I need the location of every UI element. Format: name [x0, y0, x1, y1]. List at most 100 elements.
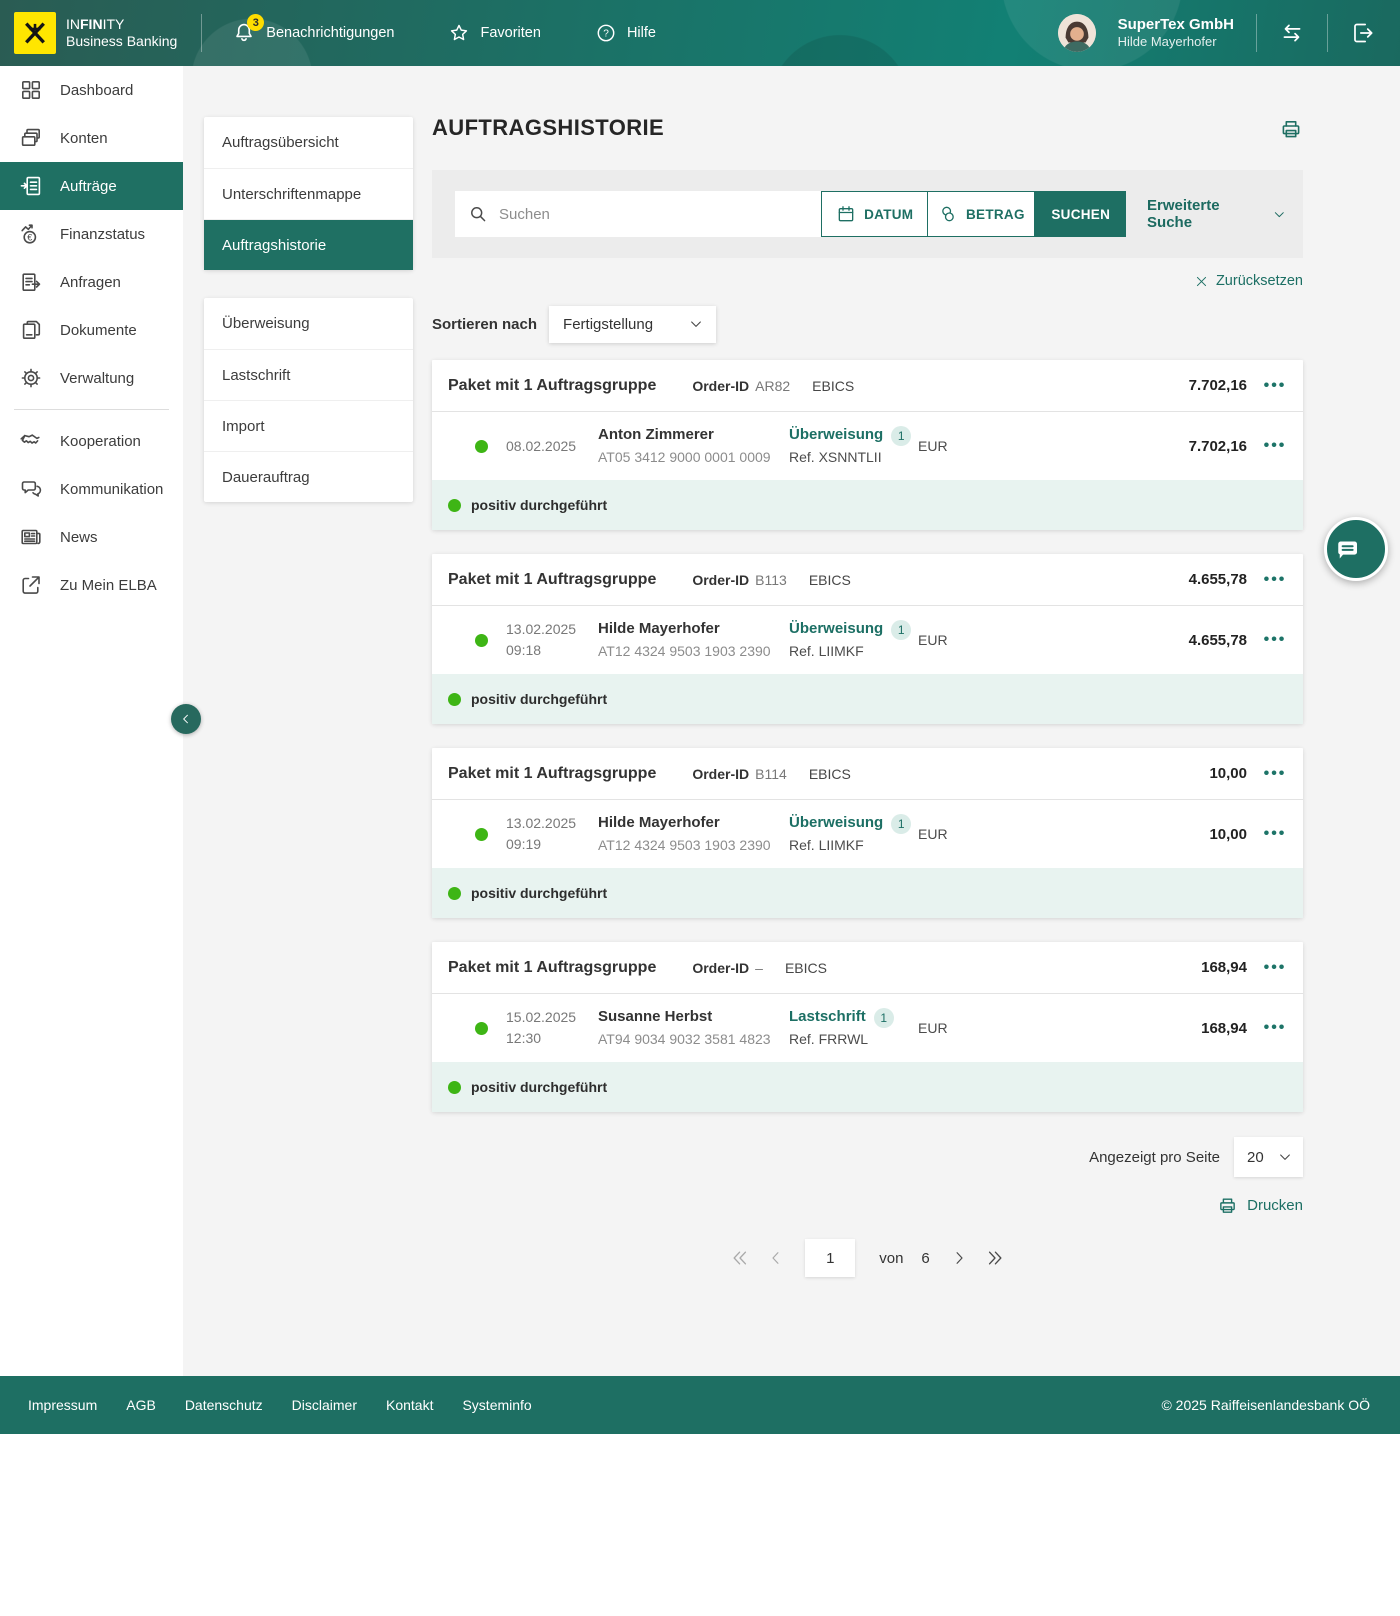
transaction-type-link[interactable]: Überweisung [789, 618, 883, 641]
prev-page-button[interactable] [763, 1245, 789, 1271]
drucken-link[interactable]: Drucken [432, 1195, 1303, 1216]
submenu-item-auftragshistorie[interactable]: Auftragshistorie [204, 219, 413, 270]
printer-icon [1217, 1195, 1238, 1216]
order-id-value: AR82 [755, 378, 790, 394]
betrag-filter-button[interactable]: BETRAG [928, 191, 1035, 237]
sidebar-item-anfragen[interactable]: Anfragen [0, 258, 183, 306]
footer-link-disclaimer[interactable]: Disclaimer [292, 1397, 357, 1413]
submenu-item-import[interactable]: Import [204, 400, 413, 451]
transaction-row[interactable]: 15.02.2025 12:30 Susanne Herbst AT94 903… [432, 994, 1303, 1062]
finance-status-icon: € [19, 222, 43, 246]
favorites-button[interactable]: Favoriten [448, 22, 540, 44]
sidebar-collapse-button[interactable] [171, 704, 201, 734]
sidebar-item-auftraege[interactable]: Aufträge [0, 162, 183, 210]
order-card-header[interactable]: Paket mit 1 Auftragsgruppe Order-ID B114… [432, 748, 1303, 800]
transaction-actions-menu[interactable]: ••• [1247, 437, 1303, 455]
submenu-item-lastschrift[interactable]: Lastschrift [204, 349, 413, 400]
footer-link-agb[interactable]: AGB [126, 1397, 156, 1413]
user-info[interactable]: SuperTex GmbH Hilde Mayerhofer [1118, 15, 1234, 51]
brand-name: INFINITY Business Banking [66, 16, 177, 51]
next-page-button[interactable] [946, 1245, 972, 1271]
order-channel: EBICS [785, 960, 827, 976]
transaction-actions-menu[interactable]: ••• [1247, 1019, 1303, 1037]
transaction-row[interactable]: 13.02.2025 09:18 Hilde Mayerhofer AT12 4… [432, 606, 1303, 674]
raiffeisen-logo[interactable] [14, 12, 56, 54]
notifications-button[interactable]: 3 Benachrichtigungen [232, 21, 394, 45]
transaction-row[interactable]: 08.02.2025 Anton Zimmerer AT05 3412 9000… [432, 412, 1303, 480]
erweiterte-suche-link[interactable]: Erweiterte Suche [1147, 197, 1287, 231]
sidebar-item-konten[interactable]: Konten [0, 114, 183, 162]
order-id-label: Order-ID [692, 378, 749, 394]
order-card-header[interactable]: Paket mit 1 Auftragsgruppe Order-ID – EB… [432, 942, 1303, 994]
main-content: AUFTRAGSHISTORIE DATUM BETRAG SUCHEN Erw… [432, 109, 1303, 1278]
transaction-type-link[interactable]: Überweisung [789, 812, 883, 835]
last-page-button[interactable] [982, 1245, 1008, 1271]
printer-icon[interactable] [1279, 115, 1303, 141]
order-channel: EBICS [809, 766, 851, 782]
footer-link-datenschutz[interactable]: Datenschutz [185, 1397, 263, 1413]
order-card-header[interactable]: Paket mit 1 Auftragsgruppe Order-ID AR82… [432, 360, 1303, 412]
external-link-icon [19, 573, 43, 597]
transaction-type-link[interactable]: Lastschrift [789, 1006, 866, 1029]
search-input[interactable] [455, 191, 821, 237]
transaction-iban: AT12 4324 9503 1903 2390 [598, 835, 789, 856]
per-page-label: Angezeigt pro Seite [1089, 1149, 1220, 1166]
gear-icon [19, 366, 43, 390]
submenu-item-dauerauftrag[interactable]: Dauerauftrag [204, 451, 413, 502]
pagination-total: 6 [921, 1250, 929, 1267]
dashboard-grid-icon [19, 78, 43, 102]
chat-button[interactable] [1324, 517, 1388, 581]
footer-link-kontakt[interactable]: Kontakt [386, 1397, 433, 1413]
order-actions-menu[interactable]: ••• [1247, 377, 1303, 395]
switch-user-icon[interactable] [1279, 20, 1305, 46]
chevron-down-icon [1277, 1149, 1293, 1165]
submenu-item-unterschriftenmappe[interactable]: Unterschriftenmappe [204, 168, 413, 219]
order-list: Paket mit 1 Auftragsgruppe Order-ID AR82… [432, 360, 1303, 1112]
order-actions-menu[interactable]: ••• [1247, 959, 1303, 977]
sidebar-item-kommunikation[interactable]: Kommunikation [0, 465, 183, 513]
order-total-amount: 168,94 [1201, 959, 1247, 976]
order-card-header[interactable]: Paket mit 1 Auftragsgruppe Order-ID B113… [432, 554, 1303, 606]
order-id-value: – [755, 960, 763, 976]
sidebar-item-news[interactable]: News [0, 513, 183, 561]
order-actions-menu[interactable]: ••• [1247, 571, 1303, 589]
transaction-amount: 4.655,78 [1189, 632, 1247, 649]
current-page-input[interactable]: 1 [805, 1239, 855, 1277]
help-button[interactable]: ? Hilfe [595, 22, 656, 44]
datum-filter-button[interactable]: DATUM [821, 191, 928, 237]
sidebar-item-verwaltung[interactable]: Verwaltung [0, 354, 183, 402]
sidebar-item-dashboard[interactable]: Dashboard [0, 66, 183, 114]
sort-select[interactable]: Fertigstellung [549, 306, 716, 343]
footer-link-systeminfo[interactable]: Systeminfo [462, 1397, 531, 1413]
avatar[interactable] [1058, 14, 1096, 52]
sidebar-item-dokumente[interactable]: Dokumente [0, 306, 183, 354]
order-status-text: positiv durchgeführt [471, 885, 607, 901]
transaction-actions-menu[interactable]: ••• [1247, 631, 1303, 649]
status-dot-icon [475, 634, 488, 647]
first-page-button[interactable] [727, 1245, 753, 1271]
svg-text:?: ? [603, 29, 609, 40]
suchen-button[interactable]: SUCHEN [1035, 191, 1126, 237]
transaction-currency: EUR [918, 438, 948, 454]
transaction-reference: Ref. FRRWL [789, 1029, 918, 1050]
orders-document-icon [19, 174, 43, 198]
sidebar-item-finanzstatus[interactable]: € Finanzstatus [0, 210, 183, 258]
order-total-amount: 4.655,78 [1189, 571, 1247, 588]
logout-icon[interactable] [1350, 20, 1376, 46]
submenu-item-auftragsuebersicht[interactable]: Auftragsübersicht [204, 117, 413, 168]
order-status-bar: positiv durchgeführt [432, 674, 1303, 724]
sidebar-item-kooperation[interactable]: Kooperation [0, 417, 183, 465]
order-status-bar: positiv durchgeführt [432, 868, 1303, 918]
order-actions-menu[interactable]: ••• [1247, 765, 1303, 783]
header-divider [1327, 14, 1328, 52]
transaction-actions-menu[interactable]: ••• [1247, 825, 1303, 843]
submenu-item-ueberweisung[interactable]: Überweisung [204, 298, 413, 349]
transaction-reference: Ref. LIIMKF [789, 835, 918, 856]
transaction-row[interactable]: 13.02.2025 09:19 Hilde Mayerhofer AT12 4… [432, 800, 1303, 868]
zuruecksetzen-link[interactable]: Zurücksetzen [432, 271, 1303, 291]
per-page-select[interactable]: 20 [1234, 1137, 1303, 1177]
sidebar-item-zu-mein-elba[interactable]: Zu Mein ELBA [0, 561, 183, 609]
pagination-of-label: von [879, 1250, 903, 1267]
transaction-type-link[interactable]: Überweisung [789, 424, 883, 447]
footer-link-impressum[interactable]: Impressum [28, 1397, 97, 1413]
